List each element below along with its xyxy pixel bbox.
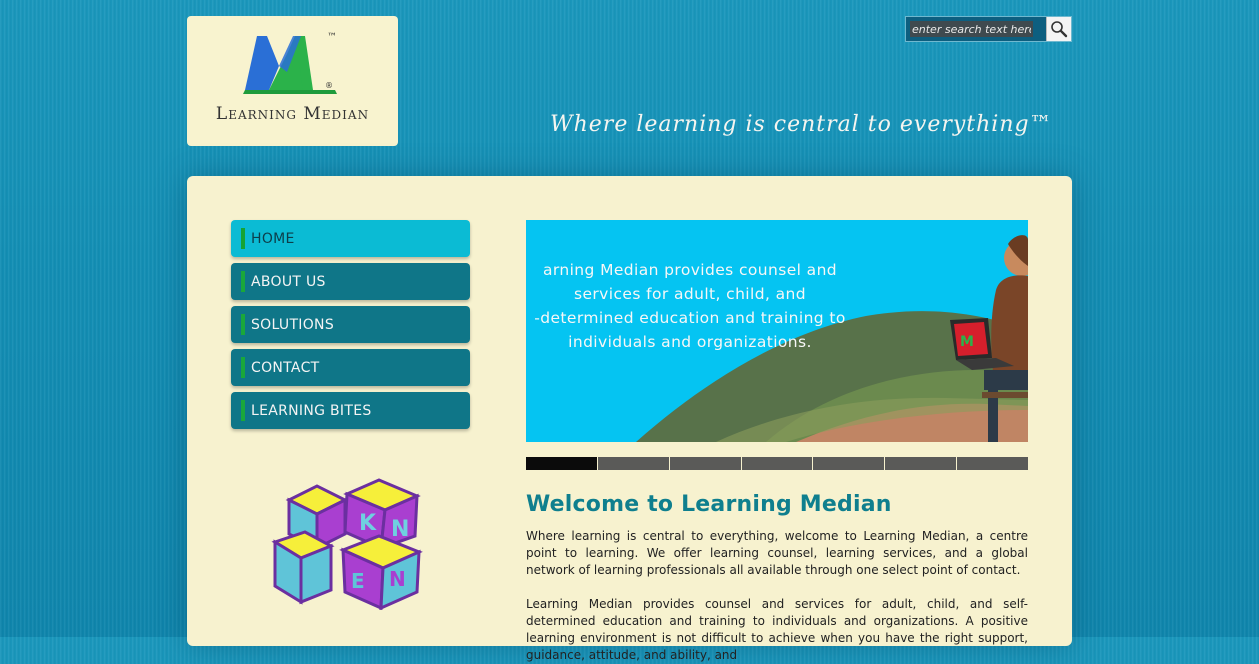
nav-item-marker bbox=[241, 357, 245, 378]
cube-letter: E bbox=[351, 569, 365, 593]
nav-item-label: CONTACT bbox=[251, 360, 320, 376]
nav-item-label: HOME bbox=[251, 231, 295, 247]
hero-banner-text: arning Median provides counsel and servi… bbox=[526, 258, 860, 354]
logo-m-mark: ™ ® bbox=[243, 32, 337, 94]
nav-item-marker bbox=[241, 228, 245, 249]
nav-item-label: ABOUT US bbox=[251, 274, 326, 290]
slide-indicator[interactable] bbox=[597, 457, 669, 470]
cube-letter: K bbox=[359, 511, 377, 536]
letter-cubes-image: K N E N bbox=[271, 478, 423, 610]
slide-indicator[interactable] bbox=[957, 457, 1029, 470]
hero-banner-line: services for adult, child, and bbox=[574, 285, 806, 303]
slide-indicator[interactable] bbox=[885, 457, 957, 470]
page-title: Welcome to Learning Median bbox=[526, 492, 892, 517]
cube-letter: N bbox=[389, 567, 406, 591]
slide-indicator[interactable] bbox=[669, 457, 741, 470]
slide-indicator[interactable] bbox=[741, 457, 813, 470]
nav-item-home[interactable]: HOME bbox=[231, 220, 470, 257]
main-panel: HOME ABOUT US SOLUTIONS CONTACT LEARNING… bbox=[187, 176, 1072, 662]
search-button[interactable] bbox=[1046, 17, 1071, 41]
svg-text:M: M bbox=[960, 334, 974, 350]
slideshow-pager bbox=[526, 457, 1029, 470]
main-nav: HOME ABOUT US SOLUTIONS CONTACT LEARNING… bbox=[231, 220, 470, 435]
logo[interactable]: ™ ® Learning Median bbox=[187, 16, 398, 146]
hero-banner-line: arning Median provides counsel and bbox=[542, 261, 838, 279]
nav-item-marker bbox=[241, 271, 245, 292]
search-input[interactable] bbox=[910, 21, 1033, 37]
nav-item-about-us[interactable]: ABOUT US bbox=[231, 263, 470, 300]
cube-letter: N bbox=[391, 517, 409, 542]
nav-item-label: LEARNING BITES bbox=[251, 403, 372, 419]
svg-text:®: ® bbox=[325, 81, 333, 90]
nav-item-label: SOLUTIONS bbox=[251, 317, 335, 333]
hero-banner-line: -determined education and training to bbox=[534, 309, 846, 327]
slide-indicator[interactable] bbox=[813, 457, 885, 470]
nav-item-contact[interactable]: CONTACT bbox=[231, 349, 470, 386]
tagline: Where learning is central to everything™ bbox=[550, 112, 1053, 137]
nav-item-marker bbox=[241, 400, 245, 421]
svg-text:™: ™ bbox=[327, 32, 337, 43]
intro-paragraph: Where learning is central to everything,… bbox=[526, 529, 1028, 577]
logo-wordmark: Learning Median bbox=[215, 104, 370, 124]
nav-item-solutions[interactable]: SOLUTIONS bbox=[231, 306, 470, 343]
hero-banner-line: individuals and organizations. bbox=[568, 333, 812, 351]
search-box bbox=[905, 16, 1072, 42]
hero-banner[interactable]: M arning Median provides counsel and ser… bbox=[526, 220, 1028, 442]
nav-item-marker bbox=[241, 314, 245, 335]
nav-item-learning-bites[interactable]: LEARNING BITES bbox=[231, 392, 470, 429]
magnifier-icon bbox=[1051, 21, 1068, 38]
services-paragraph: Learning Median provides counsel and ser… bbox=[526, 597, 1028, 662]
slide-indicator[interactable] bbox=[526, 457, 597, 470]
